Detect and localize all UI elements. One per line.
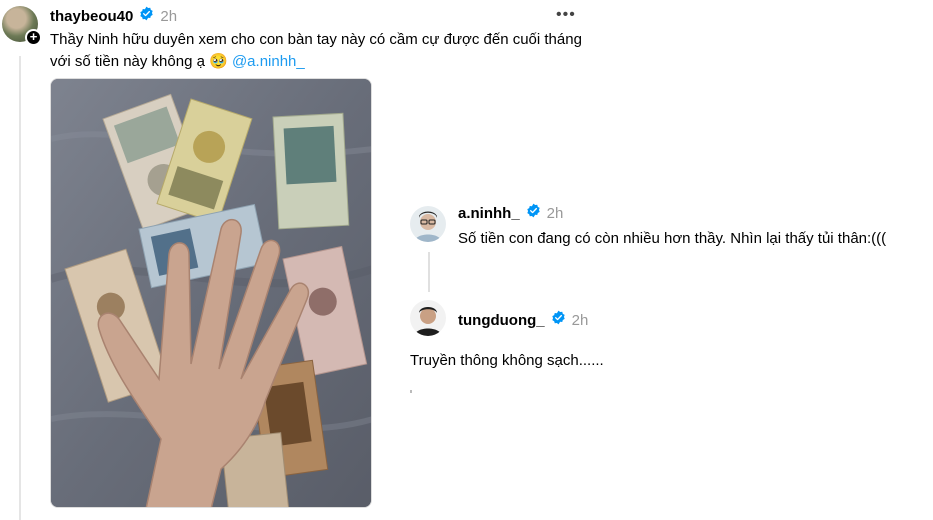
divider-mark xyxy=(410,390,412,393)
reply-header: a.ninhh_ 2h xyxy=(458,203,563,223)
reply-username[interactable]: a.ninhh_ xyxy=(458,205,520,222)
reply-timestamp: 2h xyxy=(546,204,564,222)
reply-text: Truyền thông không sạch...... xyxy=(410,352,604,369)
post-author-username[interactable]: thaybeou40 xyxy=(50,8,133,25)
reply-timestamp: 2h xyxy=(571,311,589,329)
post-image[interactable] xyxy=(50,78,372,508)
post-header: thaybeou40 2h xyxy=(50,6,177,26)
mention-link[interactable]: @a.ninhh_ xyxy=(232,53,305,70)
verified-badge-icon xyxy=(526,203,541,223)
post-text: Thầy Ninh hữu duyên xem cho con bàn tay … xyxy=(50,29,590,73)
verified-badge-icon xyxy=(551,310,566,330)
reply-avatar-tungduong[interactable] xyxy=(410,300,446,336)
banknote xyxy=(272,112,350,230)
reply-text: Số tiền con đang có còn nhiều hơn thầy. … xyxy=(458,230,887,247)
post-timestamp: 2h xyxy=(160,7,178,25)
post-body: Thầy Ninh hữu duyên xem cho con bàn tay … xyxy=(50,31,582,70)
more-options-icon[interactable]: ••• xyxy=(556,6,576,24)
reply-avatar-a-ninhh[interactable] xyxy=(410,206,446,242)
follow-plus-icon[interactable]: + xyxy=(25,29,42,46)
reply-thread-line xyxy=(428,252,430,292)
thread-line xyxy=(19,56,21,520)
reply-header: tungduong_ 2h xyxy=(458,310,588,330)
verified-badge-icon xyxy=(139,6,154,26)
reply-username[interactable]: tungduong_ xyxy=(458,312,545,329)
